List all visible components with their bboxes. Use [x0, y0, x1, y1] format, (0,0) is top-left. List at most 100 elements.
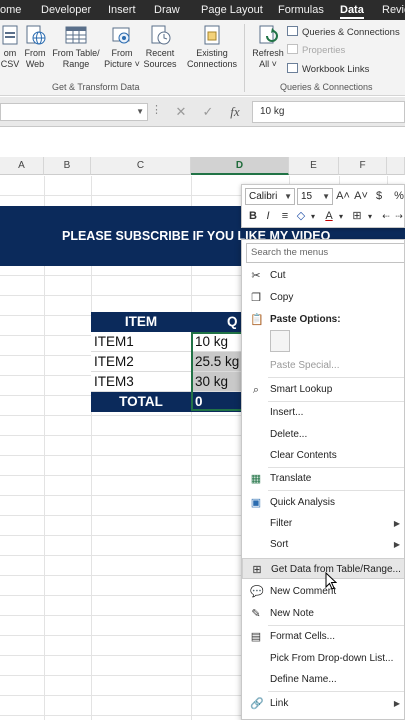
picture-icon	[111, 24, 133, 46]
menu-separator	[268, 691, 404, 692]
tab-review[interactable]: Revie	[382, 0, 405, 20]
mini-toolbar: Calibri ▼ 15 ▼ A˄ A˅ $ % B I ≡ ◇ ▾ A ▾ ⊞ ▾…	[241, 184, 405, 228]
chevron-down-icon[interactable]: ▾	[306, 208, 320, 225]
column-header-f[interactable]: F	[339, 157, 387, 175]
from-web-button[interactable]: From Web	[13, 24, 57, 78]
formula-bar: ▼ ⋮ ✕ ✓ fx 10 kg	[0, 97, 405, 127]
font-name-dropdown[interactable]: Calibri ▼	[245, 188, 295, 205]
menu-item-translate[interactable]: ▦ Translate	[242, 468, 404, 489]
menu-item-link[interactable]: 🔗 Link ▶	[242, 693, 404, 714]
menu-item-format-cells[interactable]: ▤ Format Cells...	[242, 626, 404, 647]
table-icon	[65, 24, 87, 46]
menu-separator	[268, 490, 404, 491]
menu-item-new-note[interactable]: ✎ New Note	[242, 603, 404, 624]
menu-item-filter[interactable]: Filter ▶	[242, 513, 404, 534]
menu-item-pick-from-list[interactable]: Pick From Drop-down List...	[242, 648, 404, 669]
formula-bar-grip[interactable]: ⋮	[151, 103, 163, 116]
column-header-c[interactable]: C	[91, 157, 191, 175]
menu-item-copy[interactable]: ❐ Copy	[242, 287, 404, 308]
recent-sources-button[interactable]: Recent Sources	[138, 24, 182, 78]
italic-button[interactable]: I	[261, 208, 275, 225]
qty-cell[interactable]: 25.5 kg	[191, 352, 243, 372]
search-icon: ⌕	[252, 384, 260, 396]
chevron-right-icon: ▶	[393, 540, 400, 549]
paste-clipboard-icon[interactable]	[270, 330, 290, 352]
ribbon: om CSV From Web From Table/ Range From P…	[0, 20, 405, 96]
table-icon: ⊞	[252, 564, 262, 576]
menu-search-input[interactable]: Search the menus	[246, 243, 404, 263]
bold-button[interactable]: B	[246, 208, 260, 225]
tab-draw[interactable]: Draw	[154, 0, 180, 20]
menu-item-define-name[interactable]: Define Name...	[242, 669, 404, 690]
recent-clock-icon	[149, 24, 171, 46]
name-box[interactable]: ▼	[0, 103, 148, 121]
chevron-down-icon: ▼	[322, 192, 330, 201]
quick-analysis-icon: ▣	[250, 497, 262, 509]
chevron-right-icon: ▶	[393, 699, 400, 708]
from-table-range-button[interactable]: From Table/ Range	[52, 24, 100, 78]
enter-edit-button[interactable]: ✓	[197, 103, 219, 121]
menu-item-insert[interactable]: Insert...	[242, 402, 404, 423]
tab-formulas[interactable]: Formulas	[278, 0, 324, 20]
tab-insert[interactable]: Insert	[108, 0, 136, 20]
qty-cell[interactable]: 30 kg	[191, 372, 243, 392]
increase-decimal-icon[interactable]: ⇠	[379, 208, 393, 225]
decrease-decimal-icon[interactable]: ⇢	[392, 208, 405, 225]
spacer	[0, 128, 405, 157]
connections-file-icon	[201, 24, 223, 46]
qty-cell[interactable]: 10 kg	[191, 332, 243, 352]
item-cell[interactable]: ITEM3	[91, 372, 191, 392]
workbook-links-button[interactable]: Workbook Links	[287, 62, 369, 78]
tab-developer[interactable]: Developer	[41, 0, 91, 20]
chevron-right-icon: ▶	[393, 519, 400, 528]
tab-page-layout[interactable]: Page Layout	[201, 0, 263, 20]
existing-connections-button[interactable]: Existing Connections	[186, 24, 238, 78]
chevron-down-icon[interactable]: ▾	[334, 208, 348, 225]
scissors-icon: ✂	[251, 270, 261, 282]
menu-item-get-data-from-table[interactable]: ⊞ Get Data from Table/Range...	[242, 558, 404, 579]
borders-icon[interactable]: ⊞	[350, 208, 364, 225]
translate-icon: ▦	[250, 473, 262, 485]
menu-item-clear-contents[interactable]: Clear Contents	[242, 445, 404, 466]
decrease-font-button[interactable]: A˅	[354, 188, 368, 205]
note-icon: ✎	[251, 608, 261, 620]
menu-item-cut[interactable]: ✂ Cut	[242, 265, 404, 286]
column-header-a[interactable]: A	[0, 157, 44, 175]
menu-separator	[268, 377, 404, 378]
column-header-g[interactable]	[387, 157, 405, 175]
menu-item-delete[interactable]: Delete...	[242, 424, 404, 445]
column-header-e[interactable]: E	[289, 157, 339, 175]
menu-item-paste-options: 📋 Paste Options:	[250, 314, 341, 326]
mouse-pointer-icon	[325, 572, 337, 590]
increase-font-button[interactable]: A˄	[336, 188, 350, 205]
tab-home[interactable]: ome	[0, 0, 21, 20]
cancel-edit-button[interactable]: ✕	[170, 103, 192, 121]
tab-data[interactable]: Data	[340, 0, 364, 20]
refresh-all-button[interactable]: Refresh All ˅	[246, 24, 290, 78]
menu-item-quick-analysis[interactable]: ▣ Quick Analysis	[242, 492, 404, 513]
context-menu: Search the menus ✂ Cut ❐ Copy 📋 Paste Optio…	[241, 239, 405, 720]
item-cell[interactable]: ITEM2	[91, 352, 191, 372]
insert-function-button[interactable]: fx	[224, 103, 246, 121]
refresh-icon	[257, 24, 279, 46]
header-item-cell[interactable]: ITEM	[91, 312, 191, 332]
workbook-links-icon	[287, 63, 298, 73]
menu-item-paste-special[interactable]: Paste Special...	[242, 355, 404, 376]
properties-button[interactable]: Properties	[287, 43, 345, 59]
currency-format-button[interactable]: $	[372, 188, 386, 205]
menu-item-new-comment[interactable]: 💬 New Comment	[242, 581, 404, 602]
total-label-cell[interactable]: TOTAL	[91, 392, 191, 412]
column-header-d[interactable]: D	[191, 157, 289, 175]
column-header-b[interactable]: B	[44, 157, 91, 175]
align-center-icon[interactable]: ≡	[278, 208, 292, 225]
comment-icon: 💬	[250, 586, 264, 598]
font-size-dropdown[interactable]: 15 ▼	[297, 188, 333, 205]
total-value-cell[interactable]: 0	[191, 392, 243, 412]
menu-item-sort[interactable]: Sort ▶	[242, 534, 404, 555]
chevron-down-icon[interactable]: ▾	[363, 208, 377, 225]
percent-format-button[interactable]: %	[392, 188, 405, 205]
menu-item-smart-lookup[interactable]: ⌕ Smart Lookup	[242, 379, 404, 400]
formula-input[interactable]: 10 kg	[252, 101, 405, 123]
item-cell[interactable]: ITEM1	[91, 332, 191, 352]
queries-connections-button[interactable]: Queries & Connections	[287, 25, 400, 41]
